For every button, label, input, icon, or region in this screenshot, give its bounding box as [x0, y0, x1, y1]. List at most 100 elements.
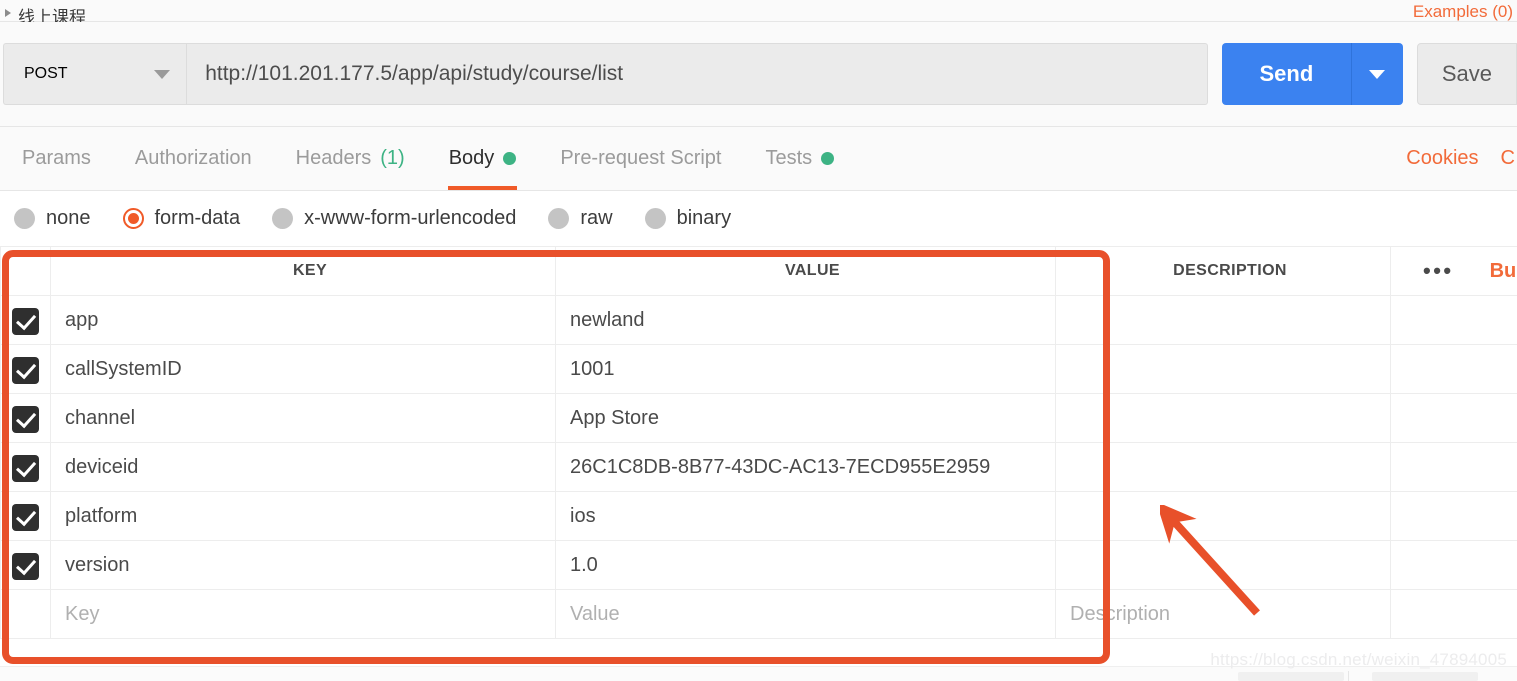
table-row[interactable]: platform ios: [0, 491, 1517, 541]
checkbox-checked-icon[interactable]: [12, 406, 39, 434]
row-actions-cell: [1390, 491, 1517, 541]
table-header-row: KEY VALUE DESCRIPTION ••• Bulk E: [0, 246, 1517, 296]
tab-authorization[interactable]: Authorization: [113, 127, 274, 190]
tab-label: Headers: [295, 147, 372, 169]
save-button[interactable]: Save: [1416, 43, 1517, 105]
row-description-cell[interactable]: [1055, 393, 1391, 443]
row-value-cell[interactable]: 1.0: [555, 540, 1056, 590]
radio-label: form-data: [154, 207, 241, 229]
radio-label: raw: [580, 207, 613, 229]
bulk-edit-link[interactable]: Bulk E: [1490, 260, 1517, 283]
radio-form-data[interactable]: form-data: [122, 207, 241, 230]
row-description-cell[interactable]: [1055, 295, 1391, 345]
table-row[interactable]: deviceid 26C1C8DB-8B77-43DC-AC13-7ECD955…: [0, 442, 1517, 492]
green-dot-icon: [503, 152, 517, 165]
checkbox-checked-icon[interactable]: [12, 455, 39, 483]
row-value-cell[interactable]: newland: [555, 295, 1056, 345]
row-value-cell[interactable]: ios: [555, 491, 1056, 541]
placeholder-value: Value: [570, 602, 620, 625]
row-checkbox-cell[interactable]: [0, 393, 51, 443]
checkbox-checked-icon[interactable]: [12, 553, 39, 581]
tab-pre-request-script[interactable]: Pre-request Script: [538, 127, 743, 190]
checkbox-checked-icon[interactable]: [12, 308, 39, 336]
placeholder-description-cell[interactable]: Description: [1055, 589, 1391, 639]
row-checkbox-cell[interactable]: [0, 491, 51, 541]
send-button[interactable]: Send: [1221, 43, 1352, 105]
collection-title-group[interactable]: 线上课程: [0, 0, 86, 26]
row-key: channel: [65, 406, 136, 429]
placeholder-value-cell[interactable]: Value: [555, 589, 1056, 639]
row-key-cell[interactable]: deviceid: [50, 442, 556, 492]
row-value-cell[interactable]: 26C1C8DB-8B77-43DC-AC13-7ECD955E2959: [555, 442, 1056, 492]
radio-circle-icon: [272, 208, 294, 229]
row-actions-cell: [1390, 295, 1517, 345]
row-description-cell[interactable]: [1055, 491, 1391, 541]
row-key: deviceid: [65, 455, 139, 478]
row-checkbox-cell[interactable]: [0, 442, 51, 492]
header-cell-checkbox: [0, 246, 51, 296]
checkbox-checked-icon[interactable]: [12, 357, 39, 385]
radio-circle-icon: [644, 208, 666, 229]
row-description-cell[interactable]: [1055, 540, 1391, 590]
send-button-group: Send: [1221, 43, 1403, 105]
row-value: 1001: [570, 357, 615, 380]
table-row[interactable]: version 1.0: [0, 540, 1517, 590]
ellipsis-icon[interactable]: •••: [1423, 260, 1454, 282]
triangle-right-icon[interactable]: [5, 8, 11, 17]
placeholder-key-cell[interactable]: Key: [50, 589, 556, 639]
row-key-cell[interactable]: callSystemID: [50, 344, 556, 394]
tab-headers[interactable]: Headers (1): [274, 127, 427, 190]
row-value: 1.0: [570, 553, 598, 576]
radio-x-www-form-urlencoded[interactable]: x-www-form-urlencoded: [272, 207, 516, 230]
radio-label: binary: [676, 207, 732, 229]
examples-link[interactable]: Examples (0): [1413, 3, 1513, 20]
table-row[interactable]: callSystemID 1001: [0, 344, 1517, 394]
table-row[interactable]: app newland: [0, 295, 1517, 345]
radio-circle-icon: [14, 208, 35, 229]
row-value: App Store: [570, 406, 659, 429]
form-data-table: KEY VALUE DESCRIPTION ••• Bulk E: [0, 246, 1517, 639]
tab-label: Params: [22, 147, 91, 169]
row-description-cell[interactable]: [1055, 344, 1391, 394]
row-value: ios: [570, 504, 596, 527]
row-checkbox-cell[interactable]: [0, 344, 51, 394]
row-description-cell[interactable]: [1055, 442, 1391, 492]
cookies-link[interactable]: Cookies: [1406, 147, 1478, 170]
header-cell-key: KEY: [50, 246, 556, 296]
table-row[interactable]: channel App Store: [0, 393, 1517, 443]
tab-label: Tests: [765, 147, 813, 169]
row-value-cell[interactable]: 1001: [555, 344, 1056, 394]
row-checkbox-cell[interactable]: [0, 540, 51, 590]
request-url-row: POST http://101.201.177.5/app/api/study/…: [0, 22, 1517, 127]
row-checkbox-cell[interactable]: [0, 295, 51, 345]
tabs-right-links: Cookies C: [1406, 127, 1517, 190]
header-value-label: VALUE: [784, 262, 841, 279]
placeholder-checkbox-cell[interactable]: [0, 589, 51, 639]
http-method-select[interactable]: POST: [3, 43, 187, 105]
row-key-cell[interactable]: version: [50, 540, 556, 590]
row-actions-cell: [1390, 344, 1517, 394]
tab-count-badge: (1): [380, 147, 405, 169]
row-key-cell[interactable]: channel: [50, 393, 556, 443]
radio-label: none: [46, 207, 91, 229]
radio-none[interactable]: none: [14, 207, 91, 230]
checkbox-checked-icon[interactable]: [12, 504, 39, 532]
request-url-input[interactable]: http://101.201.177.5/app/api/study/cours…: [186, 43, 1208, 105]
header-description-label: DESCRIPTION: [1173, 262, 1287, 279]
tab-tests[interactable]: Tests: [743, 127, 856, 190]
code-link[interactable]: C: [1501, 147, 1515, 170]
send-options-button[interactable]: [1351, 43, 1403, 105]
placeholder-description: Description: [1070, 602, 1171, 625]
table-placeholder-row[interactable]: Key Value Description: [0, 589, 1517, 639]
radio-raw[interactable]: raw: [548, 207, 613, 230]
body-type-radio-group: none form-data x-www-form-urlencoded raw…: [0, 191, 1517, 246]
row-key-cell[interactable]: app: [50, 295, 556, 345]
ghost-button-left: [1238, 672, 1344, 681]
tab-body[interactable]: Body: [427, 127, 539, 190]
tab-params[interactable]: Params: [0, 127, 113, 190]
radio-binary[interactable]: binary: [644, 207, 732, 230]
postman-request-builder: 线上课程 Examples (0) POST http://101.201.17…: [0, 0, 1517, 681]
row-key-cell[interactable]: platform: [50, 491, 556, 541]
row-value-cell[interactable]: App Store: [555, 393, 1056, 443]
ghost-button-right: [1372, 672, 1478, 681]
